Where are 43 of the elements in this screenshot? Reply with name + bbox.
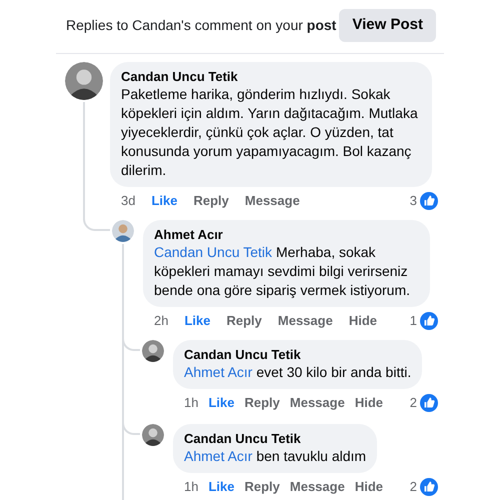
action-link[interactable]: Reply (226, 311, 262, 331)
action-link[interactable]: Reply (244, 393, 280, 413)
action-link[interactable]: Hide (354, 477, 383, 497)
author-name[interactable]: Ahmet Acır (154, 226, 419, 243)
like-reaction-icon (420, 478, 438, 496)
action-link[interactable]: Message (290, 393, 345, 413)
like-link[interactable]: Like (208, 477, 234, 497)
comment-time: 1h (184, 478, 198, 496)
header-title: Replies to Candan's comment on your post (66, 16, 336, 35)
comment-time: 2h (154, 312, 168, 330)
like-link[interactable]: Like (151, 191, 178, 211)
mention-link[interactable]: Candan Uncu Tetik (154, 244, 272, 260)
avatar[interactable] (65, 62, 103, 100)
author-name[interactable]: Candan Uncu Tetik (184, 430, 366, 447)
action-link[interactable]: Message (290, 477, 345, 497)
like-count: 2 (410, 394, 417, 412)
comment-text: Candan Uncu Tetik Merhaba, sokak köpekleri mamayı sevdimi bilgi verirseniz bende ona göre sipariş vermek istiyorum. (154, 243, 412, 300)
comment-text: Paketleme harika, gönderim hızlıydı. Sokak köpekleri için aldım. Yarın dağıtacağım. Mutlaka yiyeceklerdir, çünkü çok açlar. O yüzden, tat konusunda yorum yapamıyacagım. Bol kazanç dilerim. (121, 85, 419, 180)
like-count: 2 (410, 478, 417, 496)
avatar[interactable] (142, 424, 164, 446)
mention-link[interactable]: Ahmet Acır (184, 448, 252, 464)
like-reaction-icon (420, 394, 438, 412)
like-count: 3 (410, 192, 417, 210)
comment-text: Ahmet Acır ben tavuklu aldım (184, 447, 366, 466)
comment-time: 3d (121, 192, 136, 210)
action-link[interactable]: Message (278, 311, 333, 331)
action-link[interactable]: Reply (244, 477, 280, 497)
mention-link[interactable]: Ahmet Acır (184, 364, 252, 380)
action-link[interactable]: Hide (348, 311, 377, 331)
comment-text: Ahmet Acır evet 30 kilo bir anda bitti. (184, 363, 412, 382)
avatar[interactable] (142, 340, 164, 362)
like-count: 1 (410, 312, 417, 330)
author-name[interactable]: Candan Uncu Tetik (184, 346, 412, 363)
action-link[interactable]: Reply (193, 191, 229, 211)
action-link[interactable]: Message (244, 191, 300, 211)
like-link[interactable]: Like (184, 311, 210, 331)
like-link[interactable]: Like (208, 393, 234, 413)
author-name[interactable]: Candan Uncu Tetik (121, 68, 421, 85)
like-reaction-icon (420, 312, 438, 330)
like-reaction-icon (420, 192, 438, 210)
view-post-button[interactable]: View Post (339, 9, 436, 42)
action-link[interactable]: Hide (354, 393, 383, 413)
comment-time: 1h (184, 394, 198, 412)
